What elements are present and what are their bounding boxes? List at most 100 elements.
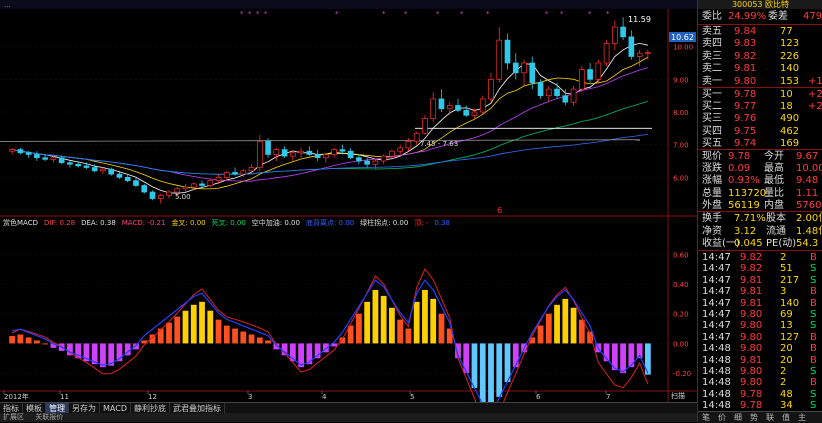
price-axis-label: 7.00 — [673, 142, 689, 150]
macd-bar — [25, 337, 32, 344]
candle — [603, 40, 610, 67]
macd-bar — [166, 322, 172, 344]
macd-bar — [562, 298, 569, 344]
candle — [265, 138, 271, 158]
macd-bar — [157, 328, 164, 344]
bottom-expand[interactable]: 扩展区 — [3, 413, 24, 421]
macd-bar — [199, 301, 205, 344]
stat-row: 换手7.71%股本2.00亿 — [702, 213, 822, 224]
macd-bar — [356, 313, 362, 344]
macd-bar — [34, 340, 40, 344]
price-tag: 10.62 — [671, 33, 694, 42]
macd-bar — [438, 313, 445, 344]
buy-row: 买五 9.74 169 — [702, 137, 800, 149]
stock-code-title: 300053 欧比特 — [698, 0, 822, 9]
weibi-row: 委比 24.99% 委差 479 — [702, 11, 822, 22]
candle — [149, 190, 156, 201]
price-axis-label: 10.00 — [673, 44, 693, 52]
macd-bar — [570, 307, 577, 344]
bottom-status-bar: 扩展区 关联报价 — [0, 413, 697, 422]
candle — [570, 85, 577, 106]
price-axis-label: 6.00 — [673, 174, 689, 182]
signal-marker: * — [460, 10, 464, 18]
stat-row: 净资3.12流通1.48亿 — [702, 225, 822, 237]
side-tab-1[interactable]: 价 — [714, 412, 730, 423]
signal-marker: * — [404, 10, 408, 18]
side-tab-bar: 笔价细势联值主 — [698, 411, 822, 423]
side-tab-6[interactable]: 主 — [794, 412, 810, 423]
macd-bar — [422, 289, 428, 344]
macd-bar — [554, 304, 560, 344]
buy-row: 买二9.7718+20 — [702, 101, 822, 113]
buy-row: 买一9.7810+20 — [702, 89, 822, 100]
macd-bar — [545, 313, 552, 344]
macd-bar — [306, 343, 313, 365]
macd-bar — [256, 337, 263, 344]
macd-bar — [364, 301, 371, 344]
macd-bar — [223, 325, 230, 344]
macd-bar — [413, 301, 420, 344]
macd-bar — [471, 343, 478, 388]
price-axis-label: 8.00 — [673, 109, 689, 117]
time-axis-label: 2012年 — [4, 392, 29, 401]
signal-marker: * — [436, 10, 440, 18]
macd-bar — [9, 336, 16, 344]
candle — [422, 115, 428, 135]
signal-marker: * — [335, 10, 339, 18]
macd-bar — [215, 319, 222, 344]
bottom-related[interactable]: 关联报价 — [35, 413, 63, 421]
side-tab-5[interactable]: 值 — [778, 412, 794, 423]
macd-header: 赏色MACD DIF: 0.28 DEA: 0.38 MACD: -0.21 金叉: 0… — [3, 218, 450, 227]
macd-bar — [174, 316, 181, 344]
price-axis-label: 9.00 — [673, 76, 689, 84]
macd-axis-label: -0.20 — [673, 370, 691, 378]
sell-row: 卖三 9.82 226 — [702, 50, 800, 62]
signal-marker: * — [606, 10, 610, 18]
signal-marker: * — [248, 10, 252, 18]
time-axis-label: 3 — [248, 393, 252, 401]
nav-label[interactable]: 扫描 — [671, 391, 685, 400]
signal-marker: * — [256, 10, 260, 18]
kline-chart[interactable]: ... * * * * * * * * * * * * * * 0.60 0.40 0.20 0.00 -0.20… — [0, 0, 697, 422]
side-tab-4[interactable]: 联 — [762, 412, 778, 423]
macd-bar — [372, 289, 379, 344]
quote-panel: 300053 欧比特 委比 24.99% 委差 479 卖五 9.84 77 卖四 9.… — [697, 0, 822, 423]
macd-bar — [620, 343, 626, 374]
quote-row: 现价 9.78 今开 9.67 — [702, 151, 819, 162]
macd-bar — [182, 310, 189, 344]
stat-row: 收益(一) 0.045 PE(动) 54.3 — [702, 238, 819, 250]
signal-marker: * — [545, 10, 549, 18]
side-tab-2[interactable]: 细 — [730, 412, 746, 423]
quote-row: 外盘56119内盘57601 — [702, 199, 822, 211]
signal-marker: * — [264, 10, 268, 18]
sell-row: 卖一9.80153+10 — [702, 75, 822, 87]
macd-bar — [479, 343, 486, 403]
macd-bar — [240, 331, 247, 344]
macd-bar — [405, 328, 412, 344]
macd-bar — [248, 334, 255, 344]
side-tab-0[interactable]: 笔 — [698, 412, 714, 423]
time-axis-label: 12 — [148, 393, 157, 401]
signal-marker: * — [240, 10, 244, 18]
low-label: 5.00 — [175, 193, 191, 201]
macd-bar — [512, 343, 519, 368]
macd-bar — [100, 343, 106, 368]
sell-row: 卖五 9.84 77 — [702, 26, 793, 37]
macd-axis-label: 0.00 — [673, 340, 689, 348]
macd-bar — [430, 298, 437, 344]
signal-marker: * — [486, 10, 490, 18]
macd-axis-label: 0.20 — [673, 311, 689, 319]
chart-header: ... — [4, 1, 11, 9]
signal-marker: * — [588, 10, 592, 18]
buy-row: 买四 9.75 462 — [702, 125, 800, 137]
signal-marker: * — [382, 10, 386, 18]
time-axis-label: 5 — [410, 393, 414, 401]
sell-row: 卖二 9.81 140 — [702, 63, 800, 75]
time-axis-label: 11 — [60, 393, 69, 401]
quote-row: 涨幅 0.93% 最低 9.48 — [702, 175, 819, 187]
signal-marker: * — [560, 10, 564, 18]
macd-bar — [537, 325, 544, 344]
buy-row: 买三 9.76 490 — [702, 113, 800, 125]
side-tab-3[interactable]: 势 — [746, 412, 762, 423]
candle — [578, 66, 585, 93]
